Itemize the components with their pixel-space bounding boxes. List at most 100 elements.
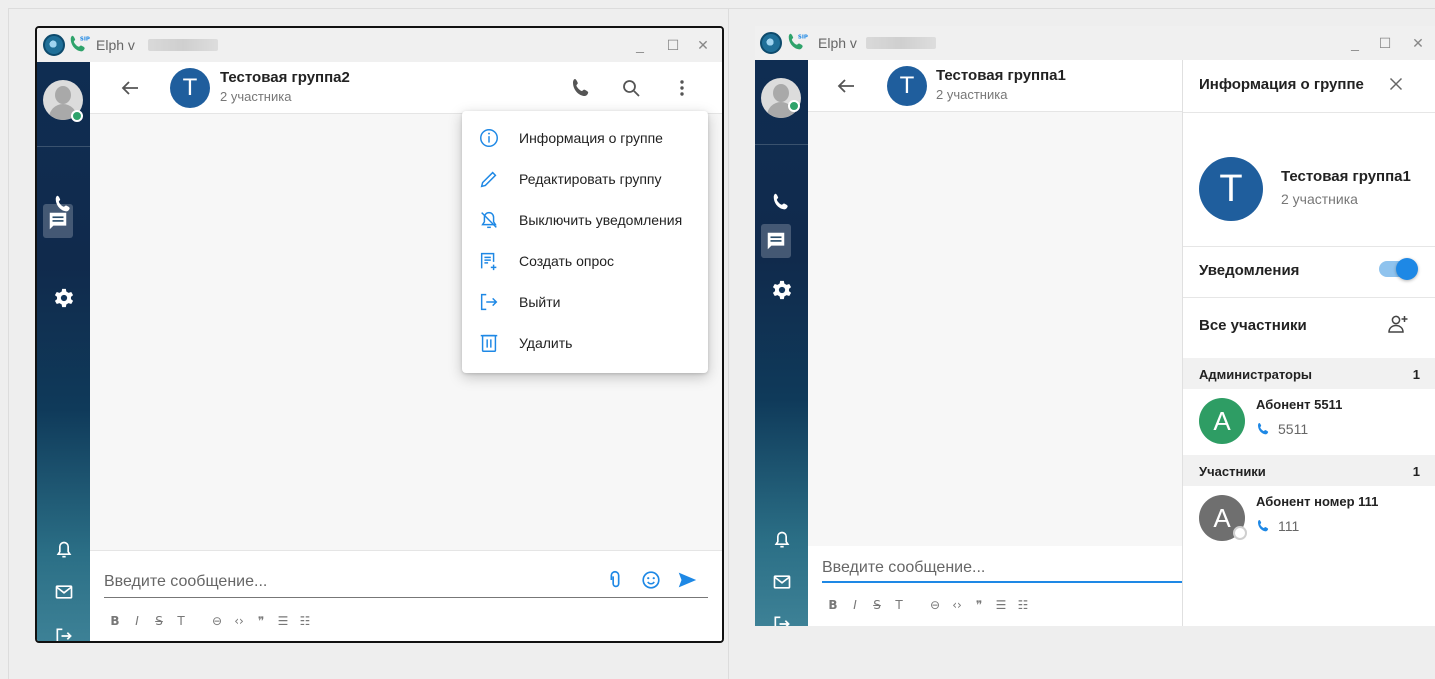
divider: [1183, 246, 1435, 247]
bullet-list-button[interactable]: ☰: [990, 595, 1012, 615]
chats-nav-button[interactable]: [761, 224, 791, 258]
group-title: Тестовая группа1: [936, 67, 1066, 84]
close-icon[interactable]: [1385, 73, 1407, 95]
online-status-dot: [788, 100, 800, 112]
strikethrough-button[interactable]: S: [148, 611, 170, 631]
search-icon[interactable]: [619, 76, 643, 100]
message-input[interactable]: [822, 556, 1172, 580]
text-style-button[interactable]: T: [170, 611, 192, 631]
link-button[interactable]: ⊖: [924, 595, 946, 615]
mail-nav-button[interactable]: [755, 564, 808, 600]
settings-nav-button[interactable]: [37, 280, 90, 316]
italic-button[interactable]: I: [126, 611, 148, 631]
mail-nav-button[interactable]: [37, 574, 90, 610]
logout-icon: [774, 616, 790, 626]
back-arrow-icon[interactable]: [118, 76, 142, 100]
close-button[interactable]: ✕: [1407, 32, 1429, 54]
mail-icon: [773, 575, 790, 589]
menu-item-label: Редактировать группу: [519, 171, 662, 187]
close-button[interactable]: ✕: [692, 34, 714, 56]
trash-icon: [480, 334, 498, 352]
menu-item-group-info[interactable]: Информация о группе: [462, 119, 708, 159]
send-icon[interactable]: [676, 569, 698, 591]
menu-item-create-poll[interactable]: Создать опрос: [462, 242, 708, 282]
admins-count: 1: [1412, 367, 1420, 382]
notifications-toggle[interactable]: [1379, 258, 1418, 280]
notifications-nav-button[interactable]: [755, 522, 808, 558]
logout-nav-button[interactable]: [37, 618, 90, 641]
user-avatar[interactable]: [761, 78, 801, 118]
minimize-button[interactable]: _: [629, 34, 651, 56]
link-button[interactable]: ⊖: [206, 611, 228, 631]
bullet-list-button[interactable]: ☰: [272, 611, 294, 631]
numbered-list-button[interactable]: ☷: [294, 611, 316, 631]
group-name: Тестовая группа1: [1281, 168, 1411, 185]
info-panel-title: Информация о группе: [1199, 76, 1364, 93]
more-vert-icon[interactable]: [670, 76, 694, 100]
svg-text:SIP: SIP: [80, 36, 90, 42]
group-avatar[interactable]: T: [170, 68, 210, 108]
redacted-version: [866, 37, 936, 49]
text-style-button[interactable]: T: [888, 595, 910, 615]
quote-button[interactable]: ❞: [968, 595, 990, 615]
group-info-panel: Информация о группе T Тестовая группа1 2…: [1182, 60, 1435, 626]
maximize-button[interactable]: ☐: [662, 34, 684, 56]
title-bar[interactable]: SIP Elph v _ ☐ ✕: [37, 28, 722, 62]
redacted-version: [148, 39, 218, 51]
code-button[interactable]: ‹›: [228, 611, 250, 631]
all-members-label: Все участники: [1199, 317, 1307, 334]
maximize-button[interactable]: ☐: [1374, 32, 1396, 54]
phone-icon: [1258, 520, 1269, 532]
menu-item-mute-notifications[interactable]: Выключить уведомления: [462, 201, 708, 241]
menu-item-leave[interactable]: Выйти: [462, 283, 708, 323]
message-area: [808, 112, 1182, 546]
title-bar[interactable]: SIP Elph v _ ☐ ✕: [755, 26, 1435, 60]
menu-item-edit-group[interactable]: Редактировать группу: [462, 160, 708, 200]
member-list-item[interactable]: A Абонент номер 111 111: [1183, 488, 1435, 550]
call-button-icon[interactable]: [570, 76, 594, 100]
divider: [1183, 297, 1435, 298]
bell-icon: [56, 541, 71, 558]
admin-list-item[interactable]: A Абонент 5511 5511: [1183, 391, 1435, 453]
sip-phone-icon: SIP: [788, 33, 808, 50]
window-title: Elph v: [818, 35, 857, 51]
app-window-right: SIP Elph v _ ☐ ✕ T Тестовая группа1 2 уч…: [755, 26, 1435, 626]
italic-button[interactable]: I: [844, 595, 866, 615]
group-options-menu: Информация о группе Редактировать группу…: [462, 111, 708, 373]
code-button[interactable]: ‹›: [946, 595, 968, 615]
group-avatar[interactable]: T: [887, 66, 927, 106]
bold-button[interactable]: B: [104, 611, 126, 631]
pane-divider: [728, 8, 729, 679]
emoji-icon[interactable]: [640, 569, 662, 591]
message-input[interactable]: [104, 570, 574, 594]
minimize-button[interactable]: _: [1344, 32, 1366, 54]
numbered-list-button[interactable]: ☷: [1012, 595, 1034, 615]
add-member-icon[interactable]: [1386, 312, 1410, 336]
info-icon: [480, 129, 498, 147]
canvas-top-rule: [8, 8, 1435, 9]
pencil-icon: [480, 171, 497, 188]
members-count: 1: [1412, 464, 1420, 479]
notifications-nav-button[interactable]: [37, 532, 90, 568]
quote-button[interactable]: ❞: [250, 611, 272, 631]
strikethrough-button[interactable]: S: [866, 595, 888, 615]
menu-item-label: Информация о группе: [519, 130, 663, 146]
calls-nav-button[interactable]: [755, 184, 808, 220]
back-arrow-icon[interactable]: [834, 74, 858, 98]
poll-icon: [480, 252, 497, 271]
menu-item-label: Удалить: [519, 335, 573, 351]
phone-icon: [1258, 423, 1269, 435]
group-title: Тестовая группа2: [220, 69, 350, 86]
group-member-count: 2 участника: [936, 87, 1008, 102]
settings-nav-button[interactable]: [755, 272, 808, 308]
menu-item-delete[interactable]: Удалить: [462, 324, 708, 364]
attach-icon[interactable]: [604, 569, 626, 591]
chats-nav-button[interactable]: [43, 204, 73, 238]
bold-button[interactable]: B: [822, 595, 844, 615]
logout-nav-button[interactable]: [755, 606, 808, 626]
input-underline: [104, 597, 708, 598]
elph-logo-icon: [760, 32, 782, 54]
notifications-label: Уведомления: [1199, 262, 1300, 279]
sidebar-separator: [755, 144, 808, 145]
svg-text:SIP: SIP: [798, 34, 808, 40]
